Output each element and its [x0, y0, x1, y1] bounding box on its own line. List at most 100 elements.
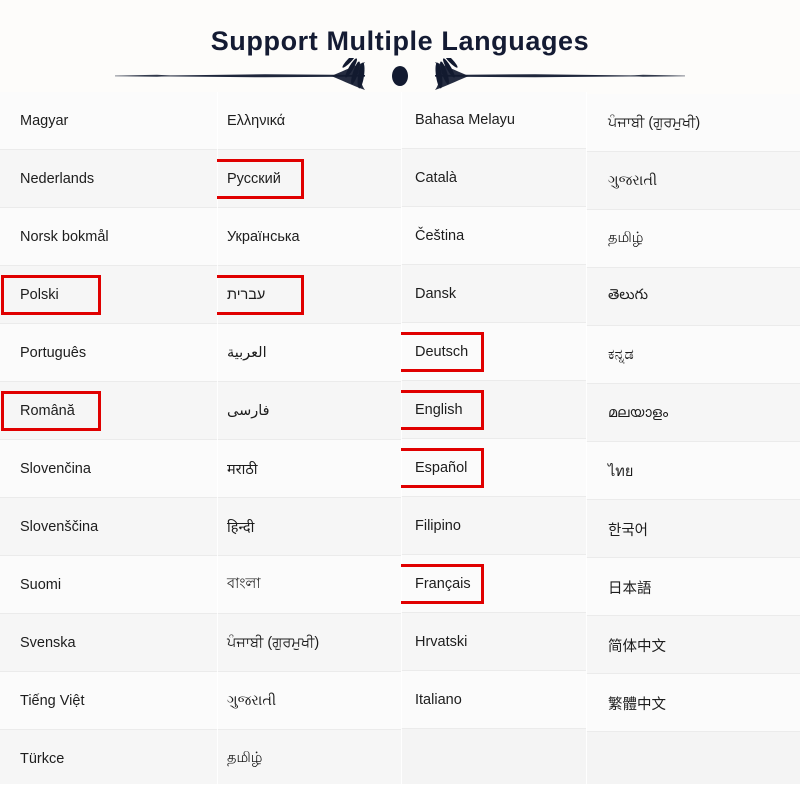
language-row[interactable]: తెలుగు — [586, 268, 800, 326]
language-row[interactable]: Tiếng Việt — [0, 672, 218, 730]
language-label: Català — [415, 170, 457, 187]
language-row[interactable]: עברית — [217, 266, 402, 324]
language-row-empty — [586, 732, 800, 790]
language-selection-page: Support Multiple Languages Magyar Nederl… — [0, 0, 800, 800]
language-label: Hrvatski — [415, 634, 468, 651]
language-row[interactable]: Svenska — [0, 614, 218, 672]
language-label: Slovenčina — [20, 461, 91, 478]
language-row[interactable]: Deutsch — [401, 323, 586, 381]
language-row-empty — [401, 729, 586, 787]
language-label: Dansk — [415, 286, 457, 303]
language-label: Polski — [20, 287, 59, 304]
bottom-edge-mask — [0, 784, 800, 800]
language-row[interactable]: 한국어 — [586, 500, 800, 558]
language-label: বাংলা — [227, 576, 261, 593]
language-row[interactable]: हिन्दी — [217, 498, 402, 556]
language-row[interactable]: Français — [401, 555, 586, 613]
language-label: עברית — [227, 287, 266, 304]
language-row[interactable]: Polski — [0, 266, 218, 324]
page-title: Support Multiple Languages — [210, 26, 590, 56]
language-column-1: Magyar Nederlands Norsk bokmål Polski Portug… — [0, 92, 218, 800]
column-separator-1 — [217, 92, 218, 800]
language-label: ਪੰਜਾਬੀ (ਗੁਰਮੁਖੀ) — [227, 635, 320, 652]
language-label: Filipino — [415, 518, 461, 535]
language-row[interactable]: Magyar — [0, 92, 218, 150]
language-label: മലയാളം — [608, 405, 669, 422]
language-label: Українська — [227, 229, 300, 246]
language-row[interactable]: ಕನ್ನಡ — [586, 326, 800, 384]
language-label: हिन्दी — [227, 520, 255, 537]
language-label: 繁體中文 — [608, 696, 666, 713]
language-row[interactable]: ਪੰਜਾਬੀ (ਗੁਰਮੁਖੀ) — [217, 614, 402, 672]
language-row[interactable]: Suomi — [0, 556, 218, 614]
language-label: Suomi — [20, 577, 62, 594]
language-row[interactable]: Bahasa Melayu — [401, 92, 586, 149]
language-row[interactable]: Ελληνικά — [217, 92, 402, 150]
decorative-divider-ornament — [115, 58, 685, 90]
language-label: ગુજરાતી — [608, 173, 658, 190]
language-label: Türkce — [20, 751, 65, 768]
language-column-2: Ελληνικά Русский Українська עברית العربية فار… — [217, 92, 402, 800]
language-label: Italiano — [415, 692, 462, 709]
language-row[interactable]: Español — [401, 439, 586, 497]
language-row[interactable]: Hrvatski — [401, 613, 586, 671]
language-label: ಕನ್ನಡ — [608, 347, 634, 364]
language-row[interactable]: Nederlands — [0, 150, 218, 208]
language-label: Français — [415, 576, 471, 593]
language-column-1-items: Magyar Nederlands Norsk bokmål Polski Portug… — [0, 92, 218, 800]
language-list-grid: Magyar Nederlands Norsk bokmål Polski Portug… — [0, 92, 800, 800]
language-row[interactable]: Català — [401, 149, 586, 207]
language-label: ગુજરાતી — [227, 693, 277, 710]
language-row[interactable]: 繁體中文 — [586, 674, 800, 732]
language-label: Nederlands — [20, 171, 95, 188]
language-row[interactable]: Slovenščina — [0, 498, 218, 556]
language-row[interactable]: Dansk — [401, 265, 586, 323]
language-label: Deutsch — [415, 344, 469, 361]
language-row[interactable]: Slovenčina — [0, 440, 218, 498]
language-row[interactable]: Filipino — [401, 497, 586, 555]
language-label: தமிழ் — [608, 230, 644, 247]
language-label: తెలుగు — [608, 287, 649, 304]
language-row[interactable]: मराठी — [217, 440, 402, 498]
language-label: 日本語 — [608, 580, 652, 597]
language-row[interactable]: Norsk bokmål — [0, 208, 218, 266]
language-row[interactable]: தமிழ் — [586, 210, 800, 268]
language-row[interactable]: English — [401, 381, 586, 439]
language-label: Português — [20, 345, 87, 362]
language-row[interactable]: ગુજરાતી — [586, 152, 800, 210]
language-label: 한국어 — [608, 522, 649, 539]
column-separator-3 — [586, 92, 587, 800]
language-column-4-items: ਪੰਜਾਬੀ (ਗੁਰਮੁਖੀ) ગુજરાતી தமிழ் తెలుగు ಕನ್ನಡ മ… — [586, 94, 800, 790]
language-label: العربية — [227, 345, 267, 362]
language-row[interactable]: ਪੰਜਾਬੀ (ਗੁਰਮੁਖੀ) — [586, 94, 800, 152]
language-row[interactable]: فارسی — [217, 382, 402, 440]
language-row[interactable]: தமிழ் — [217, 730, 402, 788]
language-row[interactable]: ગુજરાતી — [217, 672, 402, 730]
language-row[interactable]: Русский — [217, 150, 402, 208]
language-label: ਪੰਜਾਬੀ (ਗੁਰਮੁਖੀ) — [608, 115, 701, 132]
language-row[interactable]: 日本語 — [586, 558, 800, 616]
page-header: Support Multiple Languages — [0, 0, 800, 92]
language-row[interactable]: العربية — [217, 324, 402, 382]
column-separator-2 — [401, 92, 402, 800]
language-column-3: Bahasa Melayu Català Čeština Dansk Deutsch En… — [401, 92, 586, 800]
language-row[interactable]: বাংলা — [217, 556, 402, 614]
language-label: 简体中文 — [608, 638, 666, 655]
language-row[interactable]: Português — [0, 324, 218, 382]
language-label: Română — [20, 403, 75, 420]
language-row[interactable]: Українська — [217, 208, 402, 266]
language-row[interactable]: Čeština — [401, 207, 586, 265]
language-row[interactable]: 简体中文 — [586, 616, 800, 674]
language-row[interactable]: ไทย — [586, 442, 800, 500]
language-label: Slovenščina — [20, 519, 99, 536]
language-column-4: ਪੰਜਾਬੀ (ਗੁਰਮੁਖੀ) ગુજરાતી தமிழ் తెలుగు ಕನ್ನಡ മ… — [586, 92, 800, 800]
language-row[interactable]: Türkce — [0, 730, 218, 788]
language-label: Bahasa Melayu — [415, 112, 515, 129]
language-row[interactable]: Italiano — [401, 671, 586, 729]
language-row[interactable]: മലയാളം — [586, 384, 800, 442]
language-row[interactable]: Română — [0, 382, 218, 440]
language-label: ไทย — [608, 463, 634, 480]
language-column-2-items: Ελληνικά Русский Українська עברית العربية فار… — [217, 92, 402, 800]
language-column-3-items: Bahasa Melayu Català Čeština Dansk Deutsch En… — [401, 92, 586, 787]
language-label: मराठी — [227, 462, 258, 479]
